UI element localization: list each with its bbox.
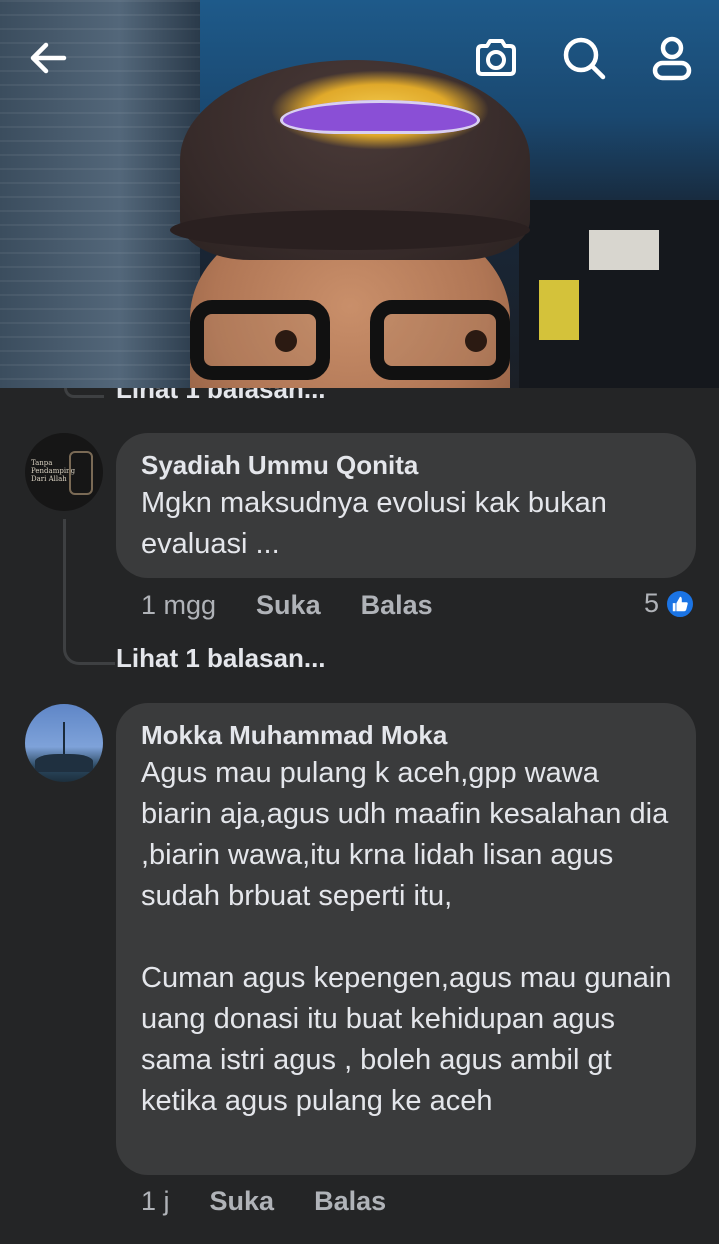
glasses-lens: [370, 300, 510, 380]
view-replies-link[interactable]: Lihat 1 balasan...: [116, 643, 326, 674]
comment-bubble[interactable]: Syadiah Ummu Qonita Mgkn maksudnya evolu…: [116, 433, 696, 578]
comment-actions: 1 mgg Suka Balas: [141, 590, 433, 621]
like-button[interactable]: Suka: [210, 1186, 275, 1217]
like-button[interactable]: Suka: [256, 590, 321, 621]
comment-time: 1 j: [141, 1186, 170, 1216]
view-replies-link-partial[interactable]: Lihat 1 balasan...: [116, 388, 326, 405]
search-icon: [563, 37, 606, 80]
cap-brim: [170, 210, 530, 250]
comment-actions: 1 j Suka Balas: [141, 1186, 386, 1217]
comments-section: Lihat 1 balasan... Tanpa Pendamping Dari…: [0, 388, 719, 1244]
thumbs-up-icon: [672, 596, 688, 611]
like-reaction-icon: [665, 588, 695, 619]
reply-button[interactable]: Balas: [361, 590, 433, 621]
thread-connector: [64, 388, 104, 398]
glasses: [190, 300, 510, 380]
thread-connector: [63, 519, 115, 665]
comment-bubble[interactable]: Mokka Muhammad Moka Agus mau pulang k ac…: [116, 703, 696, 1175]
eye: [465, 330, 487, 352]
camera-icon: [476, 39, 516, 76]
glasses-lens: [190, 300, 330, 380]
reply-button[interactable]: Balas: [314, 1186, 386, 1217]
avatar[interactable]: Tanpa Pendamping Dari Allah: [25, 433, 103, 511]
arrow-left-icon: [30, 42, 67, 74]
back-button[interactable]: [22, 32, 74, 84]
comment-time: 1 mgg: [141, 590, 217, 620]
comment-text: Agus mau pulang k aceh,gpp wawa biarin a…: [141, 757, 672, 1117]
avatar[interactable]: [25, 704, 103, 782]
avatar-text: Tanpa Pendamping Dari Allah: [31, 459, 76, 483]
comment-author[interactable]: Syadiah Ummu Qonita: [141, 449, 672, 481]
comment-author[interactable]: Mokka Muhammad Moka: [141, 719, 672, 751]
comment-text: Mgkn maksudnya evolusi kak bukan evaluas…: [141, 487, 607, 560]
reaction-count: 5: [643, 588, 659, 618]
camera-button[interactable]: [470, 32, 522, 84]
search-button[interactable]: [558, 32, 610, 84]
profile-button[interactable]: [646, 32, 698, 84]
reaction-summary[interactable]: 5: [644, 588, 695, 619]
avatar-key-graphic: [69, 451, 93, 495]
video-player[interactable]: [0, 0, 719, 388]
avatar-trees-graphic: [35, 754, 93, 772]
video-topbar: [0, 0, 719, 110]
person-icon: [652, 36, 692, 81]
eye: [275, 330, 297, 352]
video-box: [589, 230, 659, 270]
